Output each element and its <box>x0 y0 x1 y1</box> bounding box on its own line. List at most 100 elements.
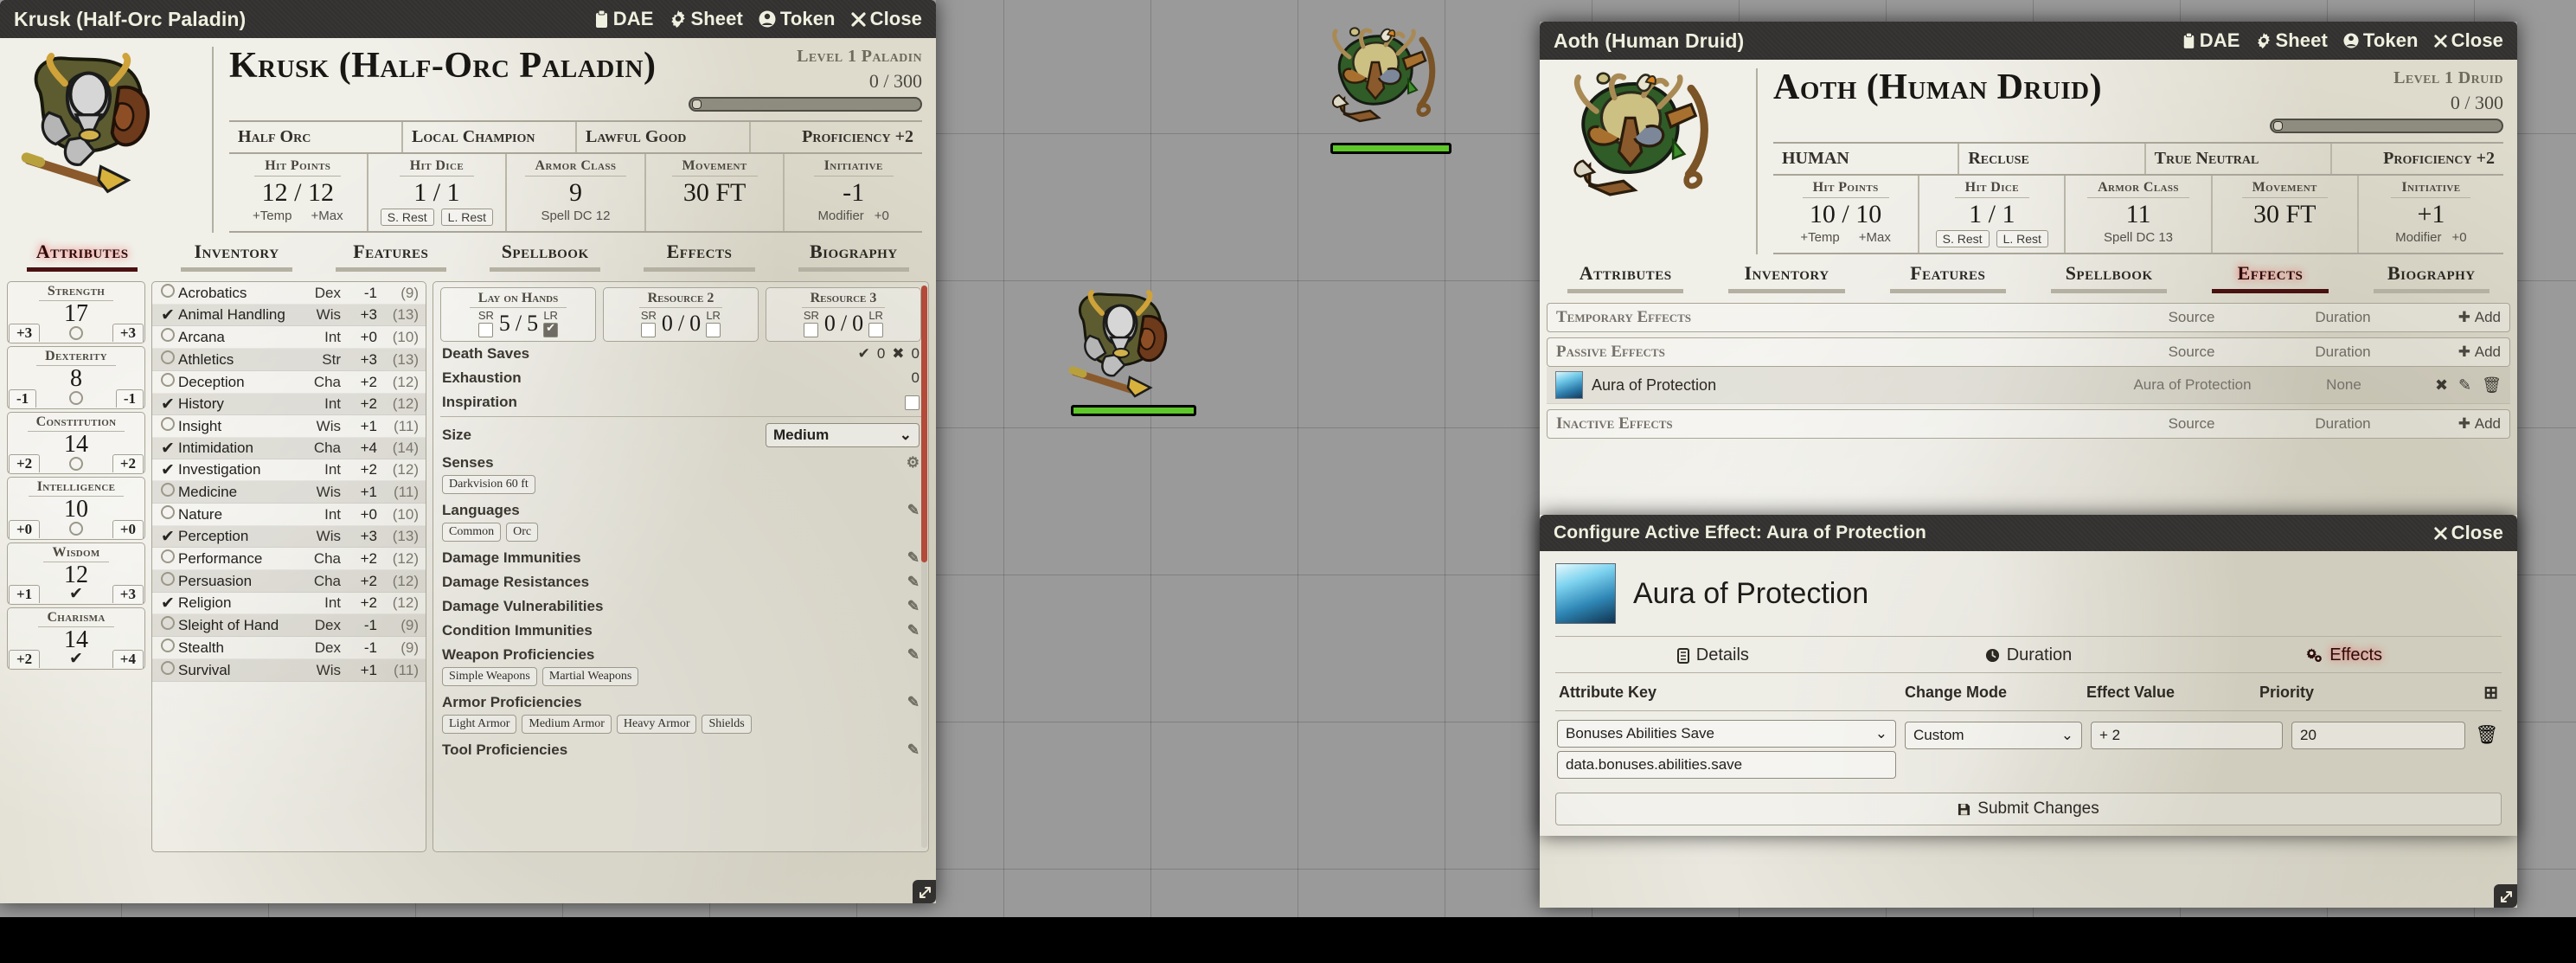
ability-save[interactable]: -1 <box>115 388 144 408</box>
ability-score[interactable]: 14 <box>8 431 144 457</box>
tab-inventory[interactable]: Inventory <box>159 241 313 276</box>
initiative-modifier-value[interactable]: +0 <box>2452 230 2467 245</box>
stat-value[interactable]: 9 <box>510 178 641 208</box>
aoth-stat-movement[interactable]: Movement 30 FT <box>2210 176 2357 253</box>
hp-max-label[interactable]: +Max <box>311 209 343 223</box>
dialog-tab-details[interactable]: Details <box>1555 645 1871 665</box>
resource-sr-toggle[interactable]: SR <box>641 310 657 337</box>
skill-proficiency-check[interactable]: ✔ <box>157 595 178 612</box>
death-save-success-count[interactable]: 0 <box>877 345 885 363</box>
resource-2[interactable]: Resource 2 SR 0 / 0 LR <box>603 287 759 342</box>
aura-of-protection-icon[interactable] <box>1555 371 1583 399</box>
hp-temp-label[interactable]: +Temp <box>1800 230 1839 245</box>
skill-proficiency-dot[interactable] <box>157 572 178 590</box>
ability-wisdom[interactable]: Wisdom 12 +1 ✔ +3 <box>7 542 145 605</box>
ability-save[interactable]: +2 <box>112 454 144 473</box>
ability-save[interactable]: +0 <box>112 519 144 538</box>
add-change-icon[interactable]: ⊞ <box>2483 682 2498 703</box>
tab-effects[interactable]: Effects <box>2189 262 2350 298</box>
krusk-xp-text[interactable]: 0 / 300 <box>689 70 922 93</box>
skill-proficiency-dot[interactable] <box>157 616 178 634</box>
skill-row[interactable]: Deception Cha +2 (12) <box>152 371 426 394</box>
aoth-stat-hit-dice[interactable]: Hit Dice 1 / 1 S. Rest L. Rest <box>1918 176 2064 253</box>
ability-constitution[interactable]: Constitution 14 +2 +2 <box>7 411 145 475</box>
krusk-character-sheet-window[interactable]: Krusk (Half-Orc Paladin) DAE Sheet Token… <box>0 0 936 903</box>
close-button[interactable]: Close <box>850 8 922 30</box>
edit-icon[interactable]: ✎ <box>907 622 920 639</box>
change-mode-select[interactable]: Custom ⌄ <box>1905 722 2082 749</box>
resource-name[interactable]: Resource 3 <box>801 291 886 308</box>
dialog-close-button[interactable]: Close <box>2433 522 2503 544</box>
ability-dexterity[interactable]: Dexterity 8 -1 -1 <box>7 346 145 409</box>
resource-lay-on-hands[interactable]: Lay on Hands SR 5 / 5 LR <box>440 287 596 342</box>
stat-value[interactable]: -1 <box>788 178 919 208</box>
toggle-effect-icon[interactable]: ✖ <box>2435 376 2448 395</box>
krusk-character-name[interactable]: Krusk (Half-Orc Paladin) <box>229 47 656 85</box>
aoth-trait-alignment[interactable]: True Neutral <box>2143 144 2330 174</box>
add-temporary-effect-button[interactable]: ✚ Add <box>2419 309 2501 326</box>
exhaustion-value[interactable]: 0 <box>912 369 920 387</box>
krusk-stat-hit-dice[interactable]: Hit Dice 1 / 1 S. Rest L. Rest <box>366 154 506 231</box>
edit-icon[interactable]: ✎ <box>907 646 920 664</box>
skill-row[interactable]: Sleight of Hand Dex -1 (9) <box>152 614 426 637</box>
edit-icon[interactable]: ✎ <box>907 549 920 567</box>
skill-row[interactable]: ✔ Intimidation Cha +4 (14) <box>152 438 426 459</box>
skill-proficiency-check[interactable]: ✔ <box>157 307 178 324</box>
delete-effect-icon[interactable]: 🗑 <box>2482 376 2502 395</box>
tab-spellbook[interactable]: Spellbook <box>468 241 622 276</box>
stat-value[interactable]: 12 / 12 <box>233 178 363 208</box>
krusk-trait-alignment[interactable]: Lawful Good <box>575 122 749 152</box>
add-passive-effect-button[interactable]: ✚ Add <box>2419 343 2501 361</box>
ability-score[interactable]: 10 <box>8 497 144 523</box>
ability-save[interactable]: +4 <box>112 650 144 669</box>
save-proficiency-toggle[interactable] <box>69 325 83 340</box>
priority-input[interactable]: 20 <box>2291 722 2465 749</box>
skill-proficiency-dot[interactable] <box>157 639 178 657</box>
tab-spellbook[interactable]: Spellbook <box>2028 262 2189 298</box>
tab-biography[interactable]: Biography <box>2351 262 2512 298</box>
ability-mod[interactable]: +0 <box>9 519 41 538</box>
krusk-trait-background[interactable]: Local Champion <box>401 122 575 152</box>
save-proficiency-toggle[interactable]: ✔ <box>69 651 83 667</box>
save-proficiency-toggle[interactable] <box>69 391 83 406</box>
edit-icon[interactable]: ✎ <box>907 574 920 591</box>
close-button[interactable]: Close <box>2433 29 2503 52</box>
effect-value-input[interactable]: + 2 <box>2091 722 2283 749</box>
stat-value[interactable]: 11 <box>2069 200 2207 229</box>
resource-name[interactable]: Lay on Hands <box>469 291 567 308</box>
skill-proficiency-dot[interactable] <box>157 505 178 523</box>
ability-charisma[interactable]: Charisma 14 +2 ✔ +4 <box>7 607 145 671</box>
sheet-button[interactable]: Sheet <box>670 8 743 30</box>
skill-row[interactable]: Performance Cha +2 (12) <box>152 548 426 570</box>
tab-attributes[interactable]: Attributes <box>5 241 159 276</box>
skill-proficiency-dot[interactable] <box>157 483 178 501</box>
details-scrollbar-thumb[interactable] <box>921 286 927 562</box>
stat-value[interactable]: 30 FT <box>650 178 780 208</box>
skill-row[interactable]: Athletics Str +3 (13) <box>152 349 426 371</box>
long-rest-button[interactable]: L. Rest <box>1996 230 2048 247</box>
skill-row[interactable]: Insight Wis +1 (11) <box>152 415 426 438</box>
druid-token[interactable] <box>1322 26 1460 154</box>
token-button[interactable]: Token <box>2343 29 2419 52</box>
aoth-xp-text[interactable]: 0 / 300 <box>2270 92 2503 114</box>
skill-row[interactable]: ✔ Animal Handling Wis +3 (13) <box>152 305 426 326</box>
krusk-stat-movement[interactable]: Movement 30 FT <box>644 154 784 231</box>
dae-button[interactable]: DAE <box>594 8 654 30</box>
long-rest-button[interactable]: L. Rest <box>440 209 494 226</box>
krusk-resize-handle[interactable] <box>913 880 936 903</box>
tab-inventory[interactable]: Inventory <box>1706 262 1867 298</box>
resource-3[interactable]: Resource 3 SR 0 / 0 LR <box>766 287 921 342</box>
krusk-trait-race[interactable]: Half Orc <box>229 122 401 152</box>
ability-save[interactable]: +3 <box>112 584 144 603</box>
aoth-resize-handle[interactable] <box>2494 884 2517 908</box>
ability-mod[interactable]: +3 <box>9 324 41 343</box>
delete-change-icon[interactable]: 🗑 <box>2474 725 2500 746</box>
ability-score[interactable]: 17 <box>8 301 144 327</box>
ability-mod[interactable]: +2 <box>9 650 41 669</box>
add-inactive-effect-button[interactable]: ✚ Add <box>2419 415 2501 433</box>
effect-row-aura-of-protection[interactable]: Aura of Protection Aura of Protection No… <box>1547 367 2510 404</box>
death-save-failure-count[interactable]: 0 <box>912 345 920 363</box>
aoth-stat-initiative[interactable]: Initiative +1 Modifier +0 <box>2356 176 2503 253</box>
skill-proficiency-check[interactable]: ✔ <box>157 529 178 545</box>
skill-proficiency-dot[interactable] <box>157 328 178 346</box>
